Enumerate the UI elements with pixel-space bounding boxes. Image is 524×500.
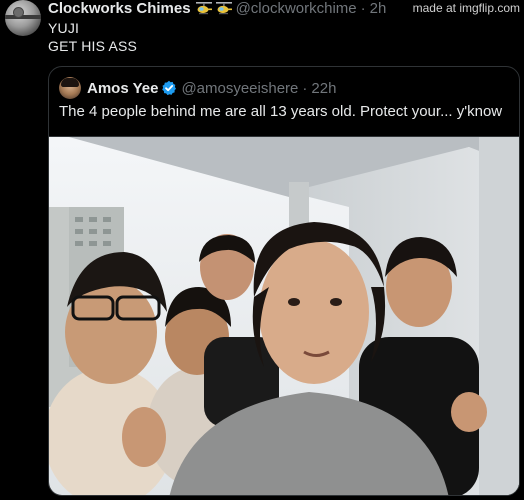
quoted-tweet-text: The 4 people behind me are all 13 years … [59, 103, 503, 120]
quoted-tweet-card[interactable]: Amos Yee @amosyeeishere · 22h The 4 peop… [48, 66, 520, 496]
group-selfie-photo [49, 137, 519, 495]
separator-dot: · [360, 0, 366, 17]
author-badges [195, 0, 233, 16]
quoted-author-handle[interactable]: @amosyeeishere [181, 80, 298, 97]
author-avatar[interactable] [5, 0, 41, 36]
quoted-tweet-photo[interactable] [49, 136, 519, 495]
helicopter-icon [215, 2, 232, 15]
imgflip-watermark: made at imgflip.com [412, 1, 520, 15]
separator-dot: · [302, 79, 308, 97]
quoted-tweet-header: Amos Yee @amosyeeishere · 22h [59, 77, 336, 99]
tweet-text: YUJI GET HIS ASS [48, 19, 137, 55]
avatar-hair-shape [61, 78, 79, 87]
author-handle[interactable]: @clockworkchime [236, 0, 357, 17]
tweet-text-line: GET HIS ASS [48, 38, 138, 54]
quoted-tweet-timestamp[interactable]: 22h [311, 80, 336, 97]
helicopter-icon [195, 2, 212, 15]
author-display-name[interactable]: Clockworks Chimes [48, 0, 191, 17]
avatar-dish-shape [13, 7, 24, 18]
tweet-text-line: YUJI [48, 20, 80, 36]
quoted-author-display-name[interactable]: Amos Yee [87, 80, 158, 97]
tweet-header: Clockworks Chimes @clockworkchime · 2h [48, 0, 386, 17]
tweet-timestamp[interactable]: 2h [370, 0, 387, 17]
verified-badge-icon [162, 80, 177, 96]
quoted-author-avatar[interactable] [59, 77, 81, 99]
